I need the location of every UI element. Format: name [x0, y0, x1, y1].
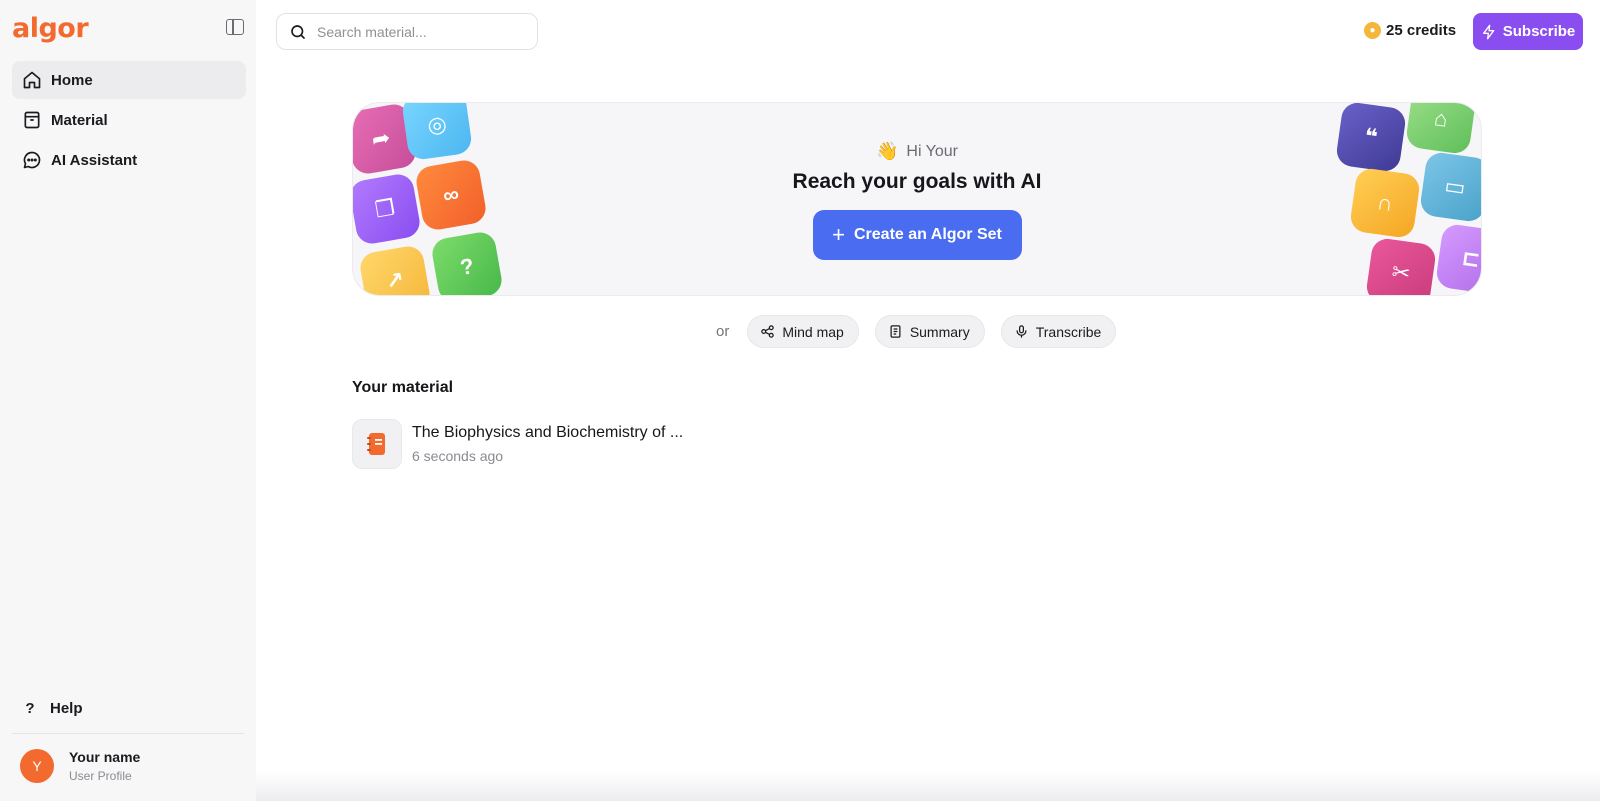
material-title: The Biophysics and Biochemistry of ...: [412, 424, 684, 441]
profile-name: Your name: [69, 749, 141, 765]
subscribe-label: Subscribe: [1502, 23, 1576, 40]
credits-label: 25 credits: [1386, 22, 1457, 39]
greeting-text: Hi Your: [906, 142, 958, 160]
credits-badge[interactable]: ● 25 credits: [1364, 22, 1456, 39]
sidebar-item-material[interactable]: Material: [12, 101, 246, 139]
algor-logo[interactable]: algor: [12, 13, 89, 44]
help-label: Help: [50, 700, 83, 717]
create-algor-set-button[interactable]: + Create an Algor Set: [812, 210, 1022, 260]
lightning-icon: [1482, 24, 1495, 39]
profile-subtitle: User Profile: [69, 769, 132, 783]
search-input[interactable]: [317, 23, 527, 40]
app-window: algor Home Material AI Assistant ? Help …: [0, 0, 1600, 801]
notebook-icon: [367, 433, 385, 455]
chat-icon: [23, 151, 41, 169]
search-box[interactable]: [276, 13, 538, 50]
help-link[interactable]: ? Help: [22, 700, 83, 717]
mind-map-icon: [761, 325, 775, 338]
coin-icon: ●: [1364, 22, 1381, 39]
material-thumbnail: [352, 419, 402, 469]
sidebar-item-label: Material: [51, 111, 108, 129]
chip-label: Transcribe: [1035, 323, 1102, 340]
archive-icon: [24, 111, 40, 129]
plus-icon: +: [832, 222, 845, 247]
search-icon: [291, 24, 305, 39]
transcribe-chip[interactable]: Transcribe: [1000, 315, 1117, 348]
main-content: ● 25 credits Subscribe ➦ ◎ ❐ ∞ ↗ ? ❝ ⌂ ∩…: [256, 0, 1600, 801]
chip-label: Mind map: [782, 323, 844, 340]
greeting: 👋 Hi Your: [353, 141, 1481, 162]
your-material-heading: Your material: [352, 379, 454, 396]
hero-headline: Reach your goals with AI: [792, 170, 1042, 193]
sidebar-divider: [12, 733, 244, 734]
sidebar-item-ai-assistant[interactable]: AI Assistant: [12, 141, 246, 179]
sidebar-nav: Home Material AI Assistant: [12, 61, 246, 181]
hero-banner: ➦ ◎ ❐ ∞ ↗ ? ❝ ⌂ ∩ ▭ ✂ ⊏ 👋 Hi Your Reach …: [352, 102, 1482, 296]
sidebar-item-label: Home: [51, 71, 93, 89]
hero-content: 👋 Hi Your Reach your goals with AI + Cre…: [353, 141, 1481, 260]
chip-label: Summary: [909, 323, 970, 340]
sidebar: algor Home Material AI Assistant ? Help …: [0, 0, 256, 801]
subscribe-button[interactable]: Subscribe: [1473, 13, 1583, 50]
list-item[interactable]: The Biophysics and Biochemistry of ... 6…: [352, 419, 683, 469]
user-profile[interactable]: Y Your name User Profile: [20, 749, 140, 783]
material-timestamp: 6 seconds ago: [412, 448, 504, 464]
home-icon: [23, 71, 41, 89]
sidebar-item-home[interactable]: Home: [12, 61, 246, 99]
create-label: Create an Algor Set: [853, 226, 1002, 243]
help-icon: ?: [25, 700, 35, 717]
summary-chip[interactable]: Summary: [874, 315, 985, 348]
microphone-icon: [1016, 325, 1027, 338]
waving-hand-icon: 👋: [875, 141, 899, 161]
mind-map-chip[interactable]: Mind map: [747, 315, 859, 348]
avatar: Y: [20, 749, 54, 783]
quick-tools: or Mind map Summary Transcribe: [716, 315, 1132, 348]
summary-icon: [890, 325, 901, 338]
or-label: or: [716, 323, 730, 340]
sidebar-toggle-icon[interactable]: [226, 19, 244, 35]
sidebar-item-label: AI Assistant: [51, 151, 138, 169]
